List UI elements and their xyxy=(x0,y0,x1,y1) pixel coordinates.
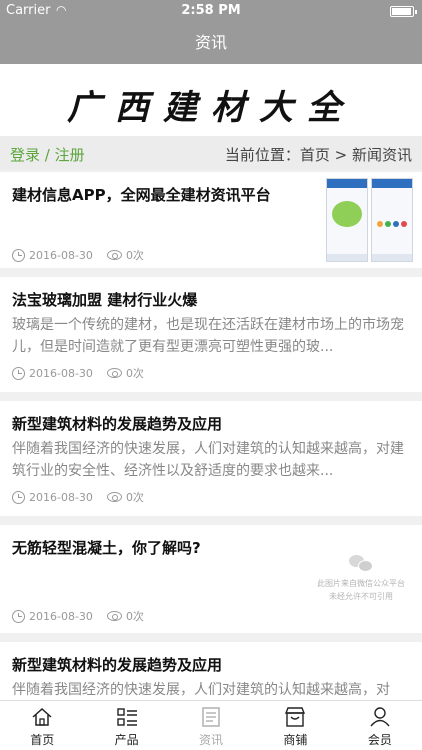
eye-icon xyxy=(106,250,122,260)
article-views: 0次 xyxy=(125,610,144,623)
news-icon xyxy=(169,706,253,728)
article-list: 建材信息APP，全网最全建材资讯平台 2016-08-30 0次 法宝玻璃加盟 … xyxy=(0,172,422,720)
clock-icon xyxy=(12,609,25,623)
article-meta: 2016-08-30 0次 xyxy=(12,607,144,625)
watermark-text: 此图片来自微信公众平台 xyxy=(317,579,405,588)
article-date: 2016-08-30 xyxy=(29,609,93,623)
breadcrumb-bar: 登录 / 注册 当前位置：首页 > 新闻资讯 xyxy=(0,136,422,170)
tab-label: 资讯 xyxy=(199,733,224,747)
tab-label: 首页 xyxy=(30,733,55,747)
phone-screenshot-image xyxy=(371,178,413,262)
login-register-link[interactable]: 登录 / 注册 xyxy=(10,144,85,165)
clock-icon xyxy=(12,366,25,380)
article-item[interactable]: 无筋轻型混凝土，你了解吗? 此图片来自微信公众平台 未经允许不可引用 2016-… xyxy=(0,525,422,633)
clock-icon xyxy=(12,248,25,262)
article-meta: 2016-08-30 0次 xyxy=(12,488,410,506)
tab-member[interactable]: 会员 xyxy=(338,701,422,750)
article-title[interactable]: 建材信息APP，全网最全建材资讯平台 xyxy=(12,184,302,206)
clock-time: 2:58 PM xyxy=(181,3,241,18)
article-title[interactable]: 新型建筑材料的发展趋势及应用 xyxy=(12,654,410,676)
watermark-text: 未经允许不可引用 xyxy=(329,592,393,601)
article-views: 0次 xyxy=(125,249,144,262)
clock-icon xyxy=(12,490,25,504)
list-icon xyxy=(84,706,168,728)
tab-shops[interactable]: 商铺 xyxy=(253,701,337,750)
article-date: 2016-08-30 xyxy=(29,490,93,504)
status-bar: Carrier ◠ 2:58 PM xyxy=(0,0,422,22)
tab-label: 商铺 xyxy=(283,733,308,747)
site-logo: 广西建材大全 xyxy=(67,88,355,128)
article-views: 0次 xyxy=(125,491,144,504)
bottom-tab-bar: 首页 产品 资讯 商铺 会员 xyxy=(0,700,422,750)
shop-icon xyxy=(253,706,337,728)
tab-home[interactable]: 首页 xyxy=(0,701,84,750)
article-thumbnail[interactable] xyxy=(326,178,414,262)
phone-screenshot-image xyxy=(326,178,368,262)
tab-label: 产品 xyxy=(114,733,139,747)
article-summary: 玻璃是一个传统的建材，也是现在还活跃在建材市场上的市场宠儿，但是时间造就了更有型… xyxy=(12,317,404,355)
battery-icon xyxy=(390,6,417,17)
user-icon xyxy=(338,706,422,728)
wechat-icon xyxy=(349,555,373,572)
article-item[interactable]: 法宝玻璃加盟 建材行业火爆 玻璃是一个传统的建材，也是现在还活跃在建材市场上的市… xyxy=(0,277,422,392)
tab-products[interactable]: 产品 xyxy=(84,701,168,750)
article-thumbnail-watermark[interactable]: 此图片来自微信公众平台 未经允许不可引用 xyxy=(316,555,406,603)
article-date: 2016-08-30 xyxy=(29,248,93,262)
article-title[interactable]: 法宝玻璃加盟 建材行业火爆 xyxy=(12,289,410,311)
site-banner: 广西建材大全 xyxy=(0,64,422,136)
article-date: 2016-08-30 xyxy=(29,366,93,380)
article-item[interactable]: 建材信息APP，全网最全建材资讯平台 2016-08-30 0次 xyxy=(0,172,422,268)
article-views: 0次 xyxy=(125,367,144,380)
eye-icon xyxy=(106,611,122,621)
page-title: 资讯 xyxy=(194,33,227,52)
tab-label: 会员 xyxy=(367,733,392,747)
article-meta: 2016-08-30 0次 xyxy=(12,364,410,382)
eye-icon xyxy=(106,492,122,502)
article-summary: 伴随着我国经济的快速发展，人们对建筑的认知越来越高，对 xyxy=(12,682,390,698)
article-summary: 伴随着我国经济的快速发展，人们对建筑的认知越来越高，对建筑行业的安全性、经济性以… xyxy=(12,441,404,479)
nav-bar: 资讯 xyxy=(0,22,422,64)
tab-news[interactable]: 资讯 xyxy=(169,701,253,750)
article-item[interactable]: 新型建筑材料的发展趋势及应用 伴随着我国经济的快速发展，人们对建筑的认知越来越高… xyxy=(0,401,422,516)
article-meta: 2016-08-30 0次 xyxy=(12,246,144,264)
home-icon xyxy=(0,706,84,728)
eye-icon xyxy=(106,368,122,378)
breadcrumb: 当前位置：首页 > 新闻资讯 xyxy=(224,146,412,164)
article-title[interactable]: 新型建筑材料的发展趋势及应用 xyxy=(12,413,410,435)
